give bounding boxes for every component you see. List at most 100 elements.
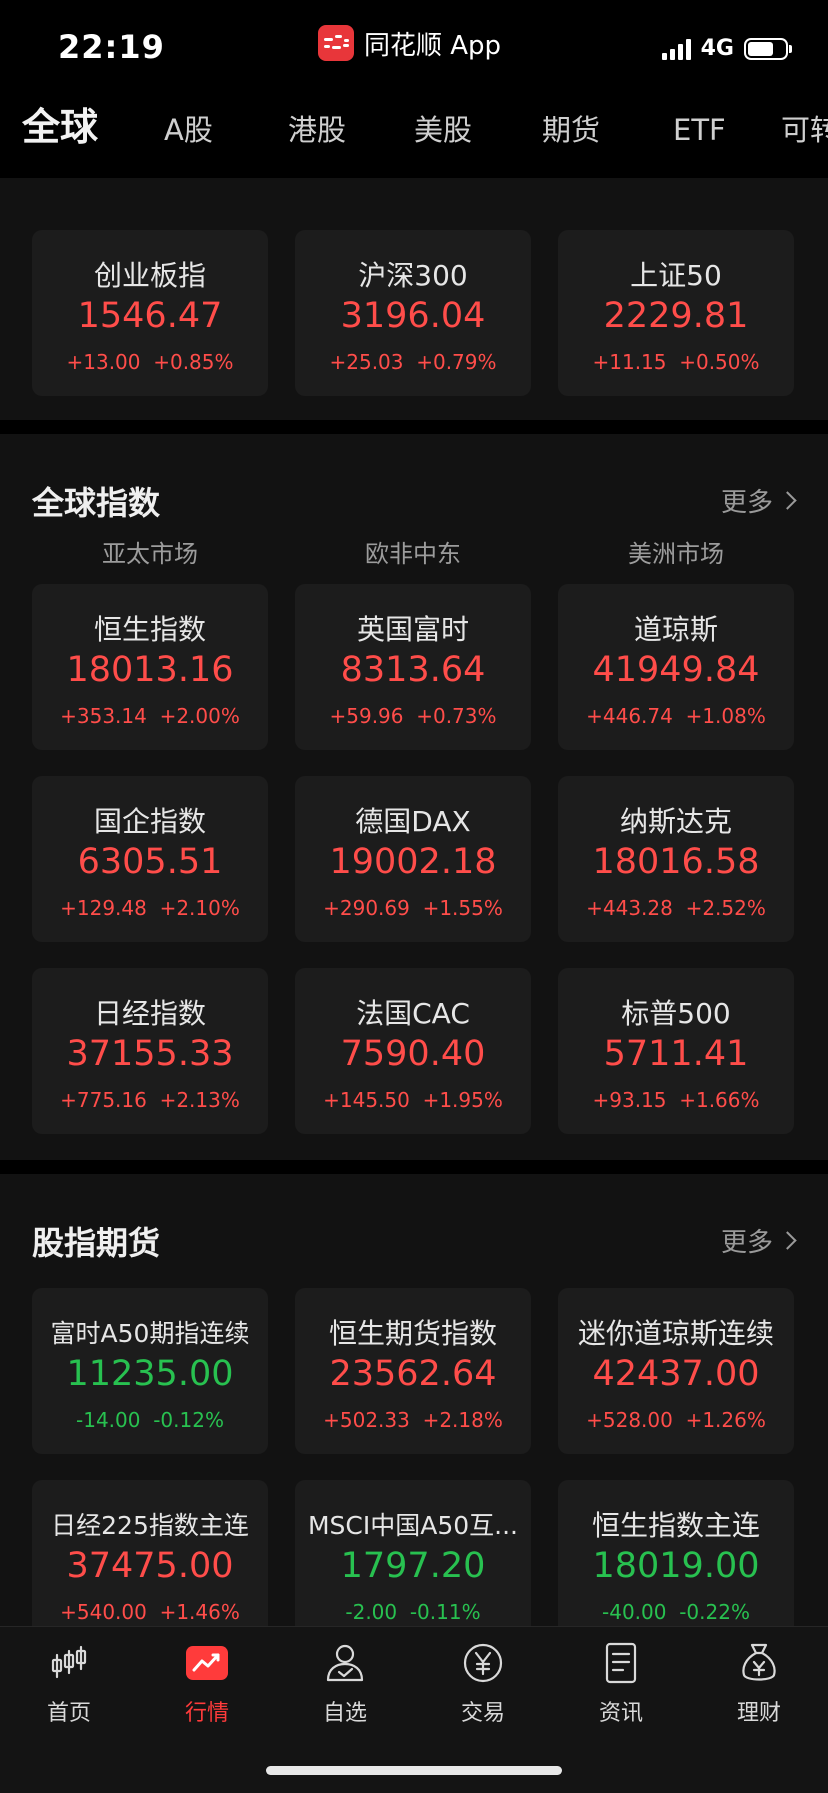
index-value: 18016.58: [592, 842, 760, 882]
bottom-tab-wealth[interactable]: 理财: [690, 1641, 828, 1727]
index-change: +443.28 +2.52%: [586, 896, 766, 920]
bottom-tab-label: 行情: [184, 1701, 229, 1726]
battery-icon: [744, 37, 792, 60]
futures-value: 42437.00: [592, 1354, 760, 1394]
bottom-tab-home[interactable]: 首页: [0, 1641, 138, 1727]
tab-a-share[interactable]: A股: [164, 100, 213, 160]
index-name: 标普500: [621, 997, 731, 1030]
index-name: 沪深300: [358, 259, 468, 292]
index-value: 2229.81: [603, 296, 749, 336]
watchlist-person-icon: [326, 1644, 364, 1682]
candlestick-icon: [51, 1645, 87, 1679]
home-indicator[interactable]: [266, 1766, 562, 1775]
index-change: +11.15 +0.50%: [592, 350, 760, 374]
index-card[interactable]: 道琼斯 41949.84 +446.74 +1.08%: [558, 584, 794, 750]
futures-change: +540.00 +1.46%: [60, 1600, 240, 1624]
futures-card[interactable]: MSCI中国A50互... 1797.20 -2.00 -0.11%: [295, 1480, 531, 1626]
index-value: 19002.18: [329, 842, 497, 882]
more-button[interactable]: 更多: [721, 1222, 797, 1259]
tab-us-stocks[interactable]: 美股: [414, 100, 472, 160]
futures-change: +528.00 +1.26%: [586, 1408, 766, 1432]
bottom-tab-trade[interactable]: 交易: [414, 1641, 552, 1727]
futures-name: 迷你道琼斯连续: [577, 1317, 774, 1350]
index-name: 道琼斯: [633, 613, 718, 646]
index-name: 德国DAX: [355, 805, 471, 838]
bottom-tab-label: 交易: [460, 1701, 505, 1726]
futures-change: -14.00 -0.12%: [76, 1408, 224, 1432]
futures-name: 恒生指数主连: [591, 1509, 760, 1542]
chevron-right-icon: [778, 1231, 797, 1250]
index-change: +446.74 +1.08%: [586, 704, 766, 728]
futures-change: -40.00 -0.22%: [602, 1600, 750, 1624]
index-name: 上证50: [630, 259, 722, 292]
region-emea: 欧非中东: [365, 540, 461, 568]
futures-card[interactable]: 恒生期货指数 23562.64 +502.33 +2.18%: [295, 1288, 531, 1454]
index-change: +13.00 +0.85%: [66, 350, 234, 374]
tab-futures[interactable]: 期货: [542, 100, 600, 160]
bottom-tab-news[interactable]: 资讯: [552, 1641, 690, 1727]
index-name: 恒生指数: [93, 613, 206, 646]
index-change: +353.14 +2.00%: [60, 704, 240, 728]
index-card[interactable]: 标普500 5711.41 +93.15 +1.66%: [558, 968, 794, 1134]
more-button[interactable]: 更多: [721, 482, 797, 519]
futures-card[interactable]: 恒生指数主连 18019.00 -40.00 -0.22%: [558, 1480, 794, 1626]
index-name: 英国富时: [356, 613, 469, 646]
futures-change: -2.00 -0.11%: [345, 1600, 481, 1624]
index-value: 1546.47: [77, 296, 223, 336]
bottom-tab-label: 理财: [736, 1701, 781, 1726]
index-change: +775.16 +2.13%: [60, 1088, 240, 1112]
market-content[interactable]: 创业板指 1546.47 +13.00 +0.85% 沪深300 3196.04…: [0, 178, 828, 1626]
index-card[interactable]: 英国富时 8313.64 +59.96 +0.73%: [295, 584, 531, 750]
index-value: 7590.40: [340, 1034, 486, 1074]
futures-card[interactable]: 迷你道琼斯连续 42437.00 +528.00 +1.26%: [558, 1288, 794, 1454]
bottom-tab-label: 首页: [46, 1701, 91, 1726]
futures-value: 23562.64: [329, 1354, 497, 1394]
money-bag-icon: [742, 1643, 776, 1681]
index-card[interactable]: 法国CAC 7590.40 +145.50 +1.95%: [295, 968, 531, 1134]
market-tab-bar: 全球 A股 港股 美股 期货 ETF 可转: [0, 100, 828, 178]
futures-card[interactable]: 富时A50期指连续 11235.00 -14.00 -0.12%: [32, 1288, 268, 1454]
index-change: +59.96 +0.73%: [329, 704, 497, 728]
futures-value: 11235.00: [66, 1354, 234, 1394]
news-document-icon: [605, 1642, 637, 1684]
futures-name: 恒生期货指数: [328, 1317, 497, 1350]
bottom-tab-market[interactable]: 行情: [138, 1641, 276, 1727]
bottom-tab-label: 自选: [322, 1701, 367, 1726]
futures-card[interactable]: 日经225指数主连 37475.00 +540.00 +1.46%: [32, 1480, 268, 1626]
tab-convertible-bonds[interactable]: 可转: [781, 100, 828, 160]
index-futures-section: 股指期货 更多 富时A50期指连续 11235.00 -14.00 -0.12%…: [0, 1174, 828, 1626]
index-card[interactable]: 国企指数 6305.51 +129.48 +2.10%: [32, 776, 268, 942]
index-card[interactable]: 创业板指 1546.47 +13.00 +0.85%: [32, 230, 268, 396]
index-card[interactable]: 沪深300 3196.04 +25.03 +0.79%: [295, 230, 531, 396]
status-time: 22:19: [58, 28, 165, 66]
index-card[interactable]: 上证50 2229.81 +11.15 +0.50%: [558, 230, 794, 396]
index-value: 3196.04: [340, 296, 486, 336]
status-indicators: 4G: [661, 36, 794, 61]
index-card[interactable]: 恒生指数 18013.16 +353.14 +2.00%: [32, 584, 268, 750]
status-app-indicator[interactable]: 同花顺 App: [318, 24, 501, 62]
futures-value: 18019.00: [592, 1546, 760, 1586]
index-change: +93.15 +1.66%: [592, 1088, 760, 1112]
index-value: 41949.84: [592, 650, 760, 690]
bottom-tab-watchlist[interactable]: 自选: [276, 1641, 414, 1727]
index-value: 18013.16: [66, 650, 234, 690]
section-title: 全球指数: [32, 484, 161, 522]
index-change: +129.48 +2.10%: [60, 896, 240, 920]
tab-global[interactable]: 全球: [22, 100, 98, 154]
futures-name: MSCI中国A50互...: [307, 1511, 519, 1540]
global-indices-section: 全球指数 更多 亚太市场 欧非中东 美洲市场 恒生指数 18013.16 +35…: [0, 434, 828, 1160]
index-card[interactable]: 德国DAX 19002.18 +290.69 +1.55%: [295, 776, 531, 942]
app-logo-icon: [318, 25, 354, 61]
futures-name: 日经225指数主连: [51, 1511, 249, 1540]
index-name: 国企指数: [93, 805, 206, 838]
bottom-tab-label: 资讯: [598, 1701, 643, 1726]
tab-hk-stocks[interactable]: 港股: [288, 100, 346, 160]
index-name: 纳斯达克: [619, 805, 732, 838]
yen-coin-icon: [463, 1643, 503, 1683]
index-card[interactable]: 日经指数 37155.33 +775.16 +2.13%: [32, 968, 268, 1134]
tab-etf[interactable]: ETF: [673, 100, 726, 160]
index-name: 创业板指: [93, 259, 206, 292]
index-card[interactable]: 纳斯达克 18016.58 +443.28 +2.52%: [558, 776, 794, 942]
status-bar: 22:19 同花顺 App 4G: [0, 0, 828, 100]
index-value: 5711.41: [603, 1034, 749, 1074]
